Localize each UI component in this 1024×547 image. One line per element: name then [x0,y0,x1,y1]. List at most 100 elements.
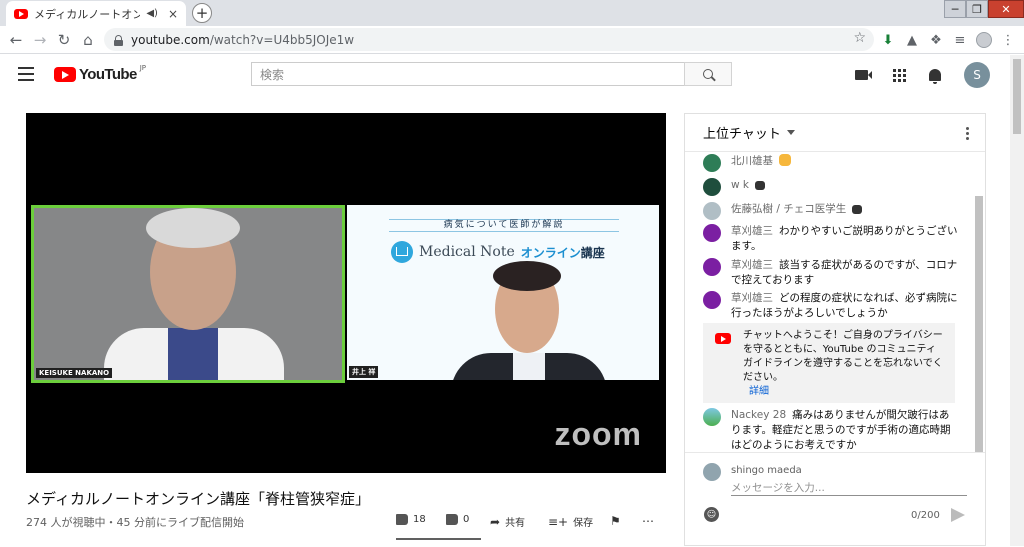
chat-avatar [703,463,721,481]
participant-name-left: KEISUKE NAKANO [36,368,113,378]
new-tab-button[interactable]: + [192,3,212,23]
drive-icon[interactable]: ▲ [902,30,922,50]
emoji-picker-icon[interactable]: ☺ [704,507,719,522]
brand-subtitle-a: オンライン [520,245,581,260]
thumbs-up-icon [396,514,408,525]
window-maximize-button[interactable]: ❐ [966,0,988,18]
apps-grid-icon[interactable] [890,66,908,84]
page-scrollbar-thumb[interactable] [1013,59,1021,134]
chat-avatar [703,178,721,196]
chat-message: 草刈雄三 どの程度の症状になれば、必ず病院に行ったほうがよろしいでしょうか [703,291,959,321]
reload-icon[interactable]: ↻ [54,30,74,50]
search-input[interactable]: 検索 [251,62,684,86]
video-player[interactable]: KEISUKE NAKANO 病気について医師が解説 Medical Note … [26,113,666,473]
chat-header[interactable]: 上位チャット [685,114,985,152]
chat-message-input[interactable]: メッセージを入力... [731,480,967,496]
back-arrow-icon[interactable]: ← [6,30,26,50]
chat-avatar [703,258,721,276]
brand-subtitle: オンライン講座 [521,244,605,261]
chat-input-username: shingo maeda [731,465,802,476]
media-queue-icon[interactable]: ≡ [950,30,970,50]
browser-menu-icon[interactable]: ⋮ [998,30,1018,50]
youtube-logo[interactable]: YouTube JP [54,64,147,83]
video-title: メディカルノートオンライン講座「脊柱管狭窄症」 [26,490,370,508]
like-count: 18 [413,514,426,525]
bookmark-star-icon[interactable]: ☆ [853,30,866,46]
youtube-wordmark: YouTube [79,66,137,83]
chat-mode-label: 上位チャット [703,127,781,142]
share-button[interactable]: ➦ 共有 [490,514,526,530]
search-icon [703,69,713,79]
region-code: JP [139,64,147,72]
youtube-masthead: YouTube JP 検索 S [0,55,1010,95]
speaker-icon[interactable]: ◀) [146,8,158,19]
chat-message: 佐藤弘樹 / チェコ医学生 [703,202,959,220]
home-icon[interactable]: ⌂ [78,30,98,50]
chat-author: w k [731,179,750,191]
chat-scrollbar[interactable] [975,196,983,452]
chat-message: 北川雄基 [703,154,959,172]
dislike-button[interactable]: 0 [446,514,469,525]
tab-title: メディカルノートオンライン [34,7,141,21]
browser-toolbar: ← → ↻ ⌂ youtube.com/watch?v=U4bb5JOJe1w … [0,26,1024,54]
window-close-button[interactable]: ✕ [988,0,1024,18]
chat-avatar [703,154,721,172]
chat-avatar [703,408,721,426]
participant-name-right: 井上 祥 [349,366,379,378]
flag-icon: ⚑ [610,514,621,528]
chat-message: Nackey 28 痛みはありませんが間欠跛行はあります。軽症だと思うのですが手術… [703,408,959,453]
forward-arrow-icon[interactable]: → [30,30,50,50]
chat-author: 草刈雄三 [731,292,773,304]
dislike-count: 0 [463,514,470,525]
chat-author: 佐藤弘樹 / チェコ医学生 [731,203,847,215]
chat-message: 草刈雄三 わかりやすいご説明ありがとうございます。 [703,224,959,254]
search-button[interactable] [684,62,732,86]
hamburger-menu-icon[interactable] [18,67,34,81]
browser-tab-active[interactable]: メディカルノートオンライン ◀) × [6,1,186,26]
save-button[interactable]: ≡+ 保存 [548,514,594,530]
share-arrow-icon: ➦ [490,514,501,529]
medical-note-logo: Medical Note オンライン講座 [391,241,605,263]
like-ratio-fill [396,538,481,540]
more-actions-button[interactable]: ⋯ [642,514,654,528]
tab-close-icon[interactable]: × [168,7,178,21]
youtube-play-icon [54,67,76,82]
chat-menu-icon[interactable] [966,127,969,140]
like-button[interactable]: 18 [396,514,426,525]
brand-name: Medical Note [419,244,515,260]
notifications-bell-icon[interactable] [926,66,944,84]
more-horizontal-icon: ⋯ [642,514,654,528]
extensions-puzzle-icon[interactable]: ❖ [926,30,946,50]
chat-avatar [703,224,721,242]
create-video-icon[interactable] [852,66,872,84]
thumbs-down-icon [446,514,458,525]
account-avatar[interactable]: S [964,62,990,88]
video-actions: 18 0 ➦ 共有 ≡+ 保存 ⚑ ⋯ [396,514,666,532]
page-scrollbar[interactable] [1010,55,1024,546]
share-label: 共有 [505,518,526,529]
save-label: 保存 [573,518,594,529]
speaker-camera-left: KEISUKE NAKANO [31,205,345,383]
browser-tabstrip: メディカルノートオンライン ◀) × + ─ ❐ ✕ [0,0,1024,26]
playlist-add-icon: ≡+ [548,514,569,529]
address-bar[interactable]: youtube.com/watch?v=U4bb5JOJe1w ☆ [104,28,874,51]
chat-input-area: shingo maeda メッセージを入力... ☺ 0/200 [685,452,985,547]
live-chat-panel: 上位チャット 北川雄基 w k 佐藤弘樹 / チェコ医学生 草刈雄三 わかりやすい… [684,113,986,546]
download-arrow-icon[interactable]: ⬇ [878,30,898,50]
lecture-banner: 病気について医師が解説 [389,219,619,232]
welcome-text: チャットへようこそ！ご自身のプライバシーを守るとともに、YouTube のコミュ… [743,330,943,383]
url-text: youtube.com/watch?v=U4bb5JOJe1w [131,33,354,47]
report-flag-button[interactable]: ⚑ [610,514,621,528]
profile-icon[interactable] [974,30,994,50]
chat-avatar [703,202,721,220]
chat-message: w k [703,178,959,196]
learn-more-link[interactable]: 詳細 [749,385,769,399]
medical-note-mark-icon [391,241,413,263]
chat-author: 草刈雄三 [731,225,773,237]
send-icon[interactable] [951,508,965,522]
window-minimize-button[interactable]: ─ [944,0,966,18]
chat-author: 草刈雄三 [731,259,773,271]
clapping-hands-icon [755,181,766,190]
dropdown-caret-icon[interactable] [786,130,795,135]
chat-welcome-notice: チャットへようこそ！ご自身のプライバシーを守るとともに、YouTube のコミュ… [703,323,955,403]
